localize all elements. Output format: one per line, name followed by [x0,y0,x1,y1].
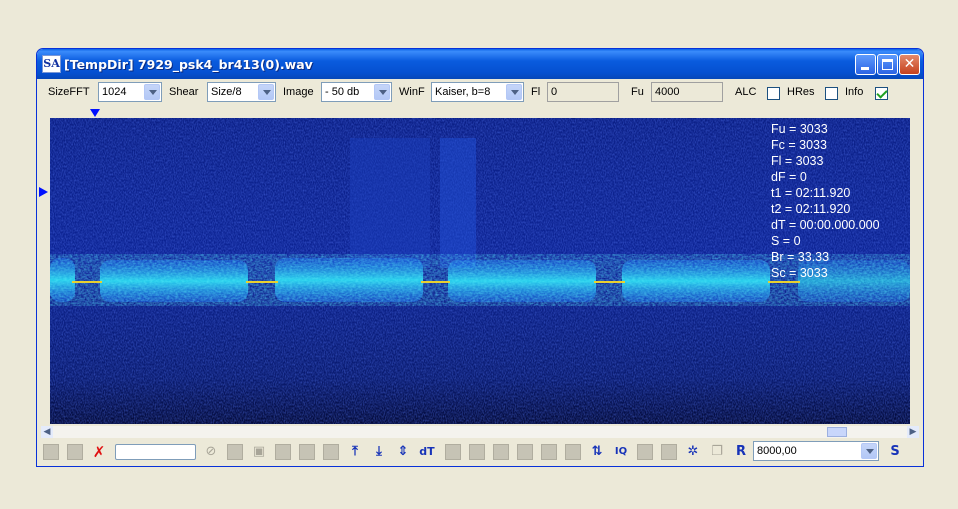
open-icon[interactable] [43,444,59,460]
info-readout: Fu = 3033 Fc = 3033 Fl = 3033 dF = 0 t1 … [771,121,880,281]
sizefft-label: SizeFFT [48,86,90,98]
fl-value: 0 [551,86,558,98]
readout-br: Br = 33.33 [771,250,830,264]
hres-label: HRes [787,86,815,98]
close-button[interactable]: ✕ [899,54,920,75]
delete-icon[interactable]: ✗ [91,444,107,460]
chevron-down-icon[interactable] [374,84,390,100]
shear-select[interactable]: Size/8 [207,82,276,102]
scroll-left-icon[interactable]: ◀ [41,426,53,438]
alc-checkbox[interactable] [767,87,780,100]
readout-t2: t2 = 02:11.920 [771,202,851,216]
scroll-right-icon[interactable]: ▶ [907,426,919,438]
readout-s: S = 0 [771,234,801,248]
settings-icon[interactable]: ✲ [685,444,701,460]
align-top-icon[interactable]: ⤒ [347,444,363,460]
tool-icon[interactable] [517,444,533,460]
image-value: - 50 db [325,86,360,98]
fu-value: 4000 [655,86,680,98]
shear-label: Shear [169,86,199,98]
tool-icon[interactable] [661,444,677,460]
readout-df: dF = 0 [771,170,807,184]
image-label: Image [283,86,314,98]
readout-dt: dT = 00:00.000.000 [771,218,880,232]
s-button[interactable]: S [887,444,903,460]
iq-button[interactable]: IQ [613,444,629,460]
winf-select[interactable]: Kaiser, b=8 [431,82,524,102]
sizefft-value: 1024 [102,86,127,98]
zoom-value: 8000,00 [757,445,797,457]
command-input[interactable] [115,444,196,460]
maximize-icon [882,59,893,70]
readout-fl: Fl = 3033 [771,154,824,168]
sizefft-select[interactable]: 1024 [98,82,162,102]
alc-label: ALC [735,86,757,98]
horizontal-scrollbar[interactable]: ◀ ▶ [41,426,919,438]
image-select[interactable]: - 50 db [321,82,392,102]
chevron-down-icon[interactable] [258,84,274,100]
fl-label: Fl [531,86,541,98]
zoom-select[interactable]: 8000,00 [753,441,879,461]
tool-icon[interactable] [469,444,485,460]
hres-checkbox[interactable] [825,87,838,100]
bottom-toolbar: ✗ ⊘ ▣ ⤒ ⤓ ⇕ dT ⇅ IQ ✲ ❐ R 8000,00 S [37,439,923,465]
chevron-down-icon[interactable] [861,443,877,459]
tool-icon[interactable] [323,444,339,460]
chevron-down-icon[interactable] [506,84,522,100]
scroll-thumb[interactable] [827,427,847,437]
readout-fu: Fu = 3033 [771,122,828,136]
tool-icon[interactable] [637,444,653,460]
settings-toolbar: SizeFFT 1024 Shear Size/8 Image - 50 db … [37,79,923,107]
fu-label: Fu [631,86,644,98]
r-button[interactable]: R [733,444,749,460]
tool-icon[interactable] [565,444,581,460]
tool-icon[interactable] [541,444,557,460]
tool-icon[interactable] [275,444,291,460]
shear-value: Size/8 [211,86,242,98]
copy-icon[interactable]: ❐ [709,444,725,460]
window-title: [TempDir] 7929_psk4_br413(0).wav [64,57,313,72]
dt-button[interactable]: dT [419,444,435,460]
time-marker[interactable] [39,187,48,197]
frame-icon[interactable]: ▣ [251,444,267,460]
align-bottom-icon[interactable]: ⤓ [371,444,387,460]
upper-burst [350,138,430,268]
tool-icon[interactable] [227,444,243,460]
frequency-marker[interactable] [90,109,100,117]
info-checkbox[interactable] [875,87,888,100]
winf-value: Kaiser, b=8 [435,86,491,98]
save-icon[interactable] [67,444,83,460]
prohibit-icon[interactable]: ⊘ [203,444,219,460]
spectrum-analyzer-window: SA [TempDir] 7929_psk4_br413(0).wav ✕ Si… [36,48,924,467]
readout-fc: Fc = 3033 [771,138,827,152]
readout-sc: Sc = 3033 [771,266,828,280]
app-icon: SA [42,55,61,73]
title-bar[interactable]: SA [TempDir] 7929_psk4_br413(0).wav ✕ [37,49,923,79]
info-label: Info [845,86,864,98]
fu-field[interactable]: 4000 [651,82,723,102]
close-icon: ✕ [903,56,916,72]
readout-t1: t1 = 02:11.920 [771,186,851,200]
align-center-icon[interactable]: ⇕ [395,444,411,460]
swap-icon[interactable]: ⇅ [589,444,605,460]
tool-icon[interactable] [493,444,509,460]
minimize-button[interactable] [855,54,876,75]
tool-icon[interactable] [299,444,315,460]
tool-icon[interactable] [445,444,461,460]
chevron-down-icon[interactable] [144,84,160,100]
minimize-icon [861,67,869,70]
maximize-button[interactable] [877,54,898,75]
narrow-burst [440,138,476,268]
winf-label: WinF [399,86,425,98]
fl-field[interactable]: 0 [547,82,619,102]
